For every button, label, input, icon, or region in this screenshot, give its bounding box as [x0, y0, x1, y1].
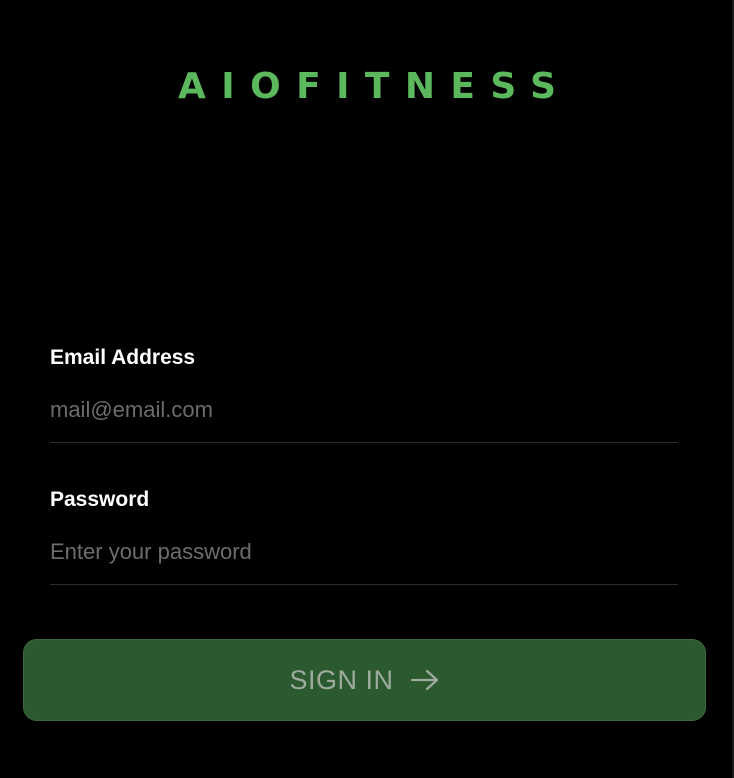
- password-label: Password: [50, 488, 150, 511]
- login-screen: AIOFITNESS Email Address Password SIGN I…: [0, 0, 734, 778]
- email-label: Email Address: [50, 346, 196, 369]
- password-underline: [50, 584, 678, 585]
- password-input[interactable]: [50, 536, 678, 568]
- app-logo: AIOFITNESS: [0, 62, 734, 107]
- sign-in-label: SIGN IN: [289, 664, 394, 695]
- email-input[interactable]: [50, 394, 678, 426]
- logo-wordmark: AIOFITNESS: [178, 66, 556, 102]
- password-field-group: Password: [50, 486, 678, 585]
- sign-in-button[interactable]: SIGN IN: [23, 639, 706, 721]
- arrow-right-icon: [410, 668, 440, 692]
- logo-text: AIOFITNESS: [178, 66, 556, 102]
- email-underline: [50, 442, 678, 443]
- email-field-group: Email Address: [50, 344, 678, 443]
